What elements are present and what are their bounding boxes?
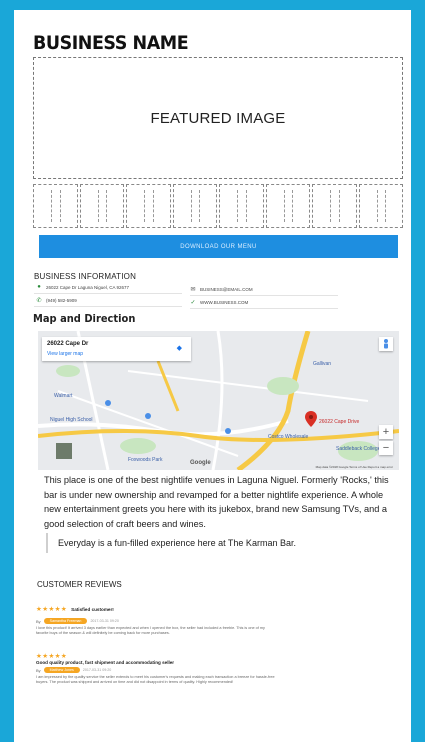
review-author[interactable]: Matthew Jones [43, 667, 80, 673]
star-rating: ★★★★★ [36, 606, 68, 613]
divider [190, 295, 338, 296]
review-body: I am impressed by the quality service th… [36, 675, 275, 685]
view-larger-map-link[interactable]: View larger map [47, 351, 83, 357]
location-pin-icon: ● [37, 284, 41, 290]
map-footer: Map data ©2018 Google Terms of Use Repor… [315, 465, 393, 469]
review-date: 2017-03-31 09:20 [90, 619, 119, 623]
map-label: Gallivan [313, 361, 332, 367]
address-row: ● 26022 Cape Dr Laguna Niguel, CA 92677 [36, 284, 129, 290]
quote-text: Everyday is a fun-filled experience here… [58, 538, 296, 548]
directions-icon[interactable]: ◆ [177, 344, 182, 352]
checkmark-icon: ✓ [190, 300, 196, 306]
reviews-title: CUSTOMER REVIEWS [37, 580, 122, 589]
business-description: This place is one of the best nightlife … [44, 475, 389, 529]
thumbnail-placeholder[interactable] [312, 184, 357, 228]
star-rating: ★★★★★ [36, 653, 68, 660]
map-label: Walmart [54, 393, 73, 399]
review-date: 2017-03-31 09:20 [82, 668, 112, 672]
featured-image-label: FEATURED IMAGE [150, 109, 286, 127]
thumbnail-placeholder[interactable] [126, 184, 171, 228]
phone-icon: ✆ [36, 298, 42, 304]
thumbnail-placeholder[interactable] [33, 184, 78, 228]
business-info-title: BUSINESS INFORMATION [34, 272, 137, 281]
review-title: Good quality product, fast shipment and … [36, 660, 175, 665]
street-view-icon[interactable] [379, 337, 393, 351]
map-label: Costco Wholesale [268, 434, 309, 440]
map-card-address: 26022 Cape Dr [47, 341, 89, 347]
thumbnail-strip [33, 184, 403, 228]
map-label: Foxwoods Park [128, 457, 163, 463]
email-row[interactable]: ✉ BUSINESS@EMAIL.COM [190, 286, 253, 293]
divider [190, 308, 338, 309]
thumbnail-placeholder[interactable] [358, 184, 403, 228]
website-row[interactable]: ✓ WWW.BUSINESS.COM [190, 299, 248, 306]
thumbnail-placeholder[interactable] [172, 184, 217, 228]
map-label: Niguel High School [50, 417, 93, 423]
review-item: ★★★★★ Good quality product, fast shipmen… [36, 652, 276, 685]
map-section-title: Map and Direction [33, 312, 136, 325]
map-pin-icon[interactable] [305, 411, 317, 427]
review-title: Satisfied customer! [71, 607, 114, 612]
thumbnail-placeholder[interactable] [79, 184, 124, 228]
map-pin-label: 26022 Cape Drive [319, 419, 360, 425]
download-menu-button[interactable]: DOWNLOAD OUR MENU [39, 235, 398, 258]
map-label: Saddleback College [336, 446, 381, 452]
pegman-icon [384, 339, 388, 349]
divider [34, 293, 182, 294]
review-by: By [36, 618, 41, 624]
highlight-quote: Everyday is a fun-filled experience here… [46, 533, 401, 553]
divider [34, 306, 182, 307]
google-logo: Google [190, 460, 211, 466]
business-name: BUSINESS NAME [33, 32, 189, 54]
website-text: WWW.BUSINESS.COM [200, 300, 249, 305]
email-icon: ✉ [190, 287, 196, 293]
thumbnail-placeholder[interactable] [219, 184, 264, 228]
embedded-map[interactable]: 26022 Cape Dr View larger map ◆ Gallivan… [38, 331, 399, 470]
zoom-in-button[interactable]: + [379, 425, 393, 439]
thumbnail-placeholder[interactable] [265, 184, 310, 228]
review-body: I love this product! It arrived 3 days e… [36, 626, 265, 636]
phone-text: (949) 582-5909 [46, 298, 77, 303]
email-text: BUSINESS@EMAIL.COM [200, 287, 253, 292]
phone-row[interactable]: ✆ (949) 582-5909 [36, 297, 77, 304]
review-author[interactable]: Samantha Freeman [43, 618, 88, 624]
featured-image-placeholder: FEATURED IMAGE [33, 57, 403, 179]
review-item: ★★★★★ Satisfied customer! By Samantha Fre… [36, 598, 276, 636]
review-by: By [36, 667, 41, 673]
address-text: 26022 Cape Dr Laguna Niguel, CA 92677 [46, 284, 130, 290]
page: BUSINESS NAME FEATURED IMAGE DOWNLOAD OU… [14, 10, 411, 742]
map-address-card: 26022 Cape Dr View larger map ◆ [42, 337, 191, 361]
zoom-out-button[interactable]: − [379, 441, 393, 455]
